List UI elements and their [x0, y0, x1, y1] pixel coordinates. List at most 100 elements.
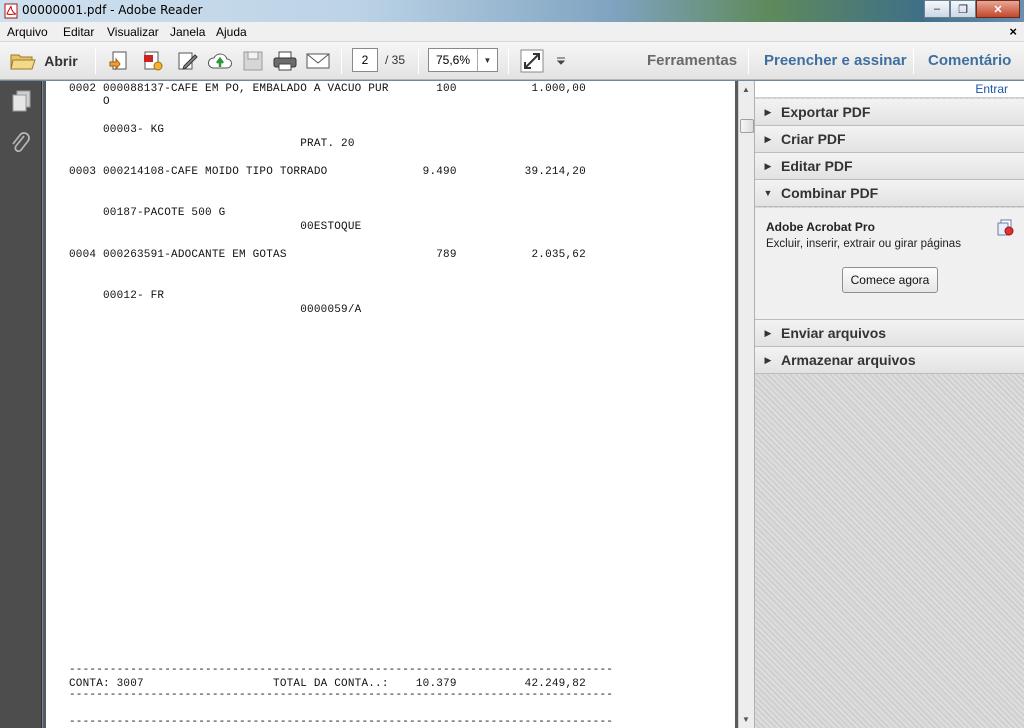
acrobat-pages-icon[interactable] — [996, 218, 1014, 236]
menu-janela[interactable]: Janela — [170, 25, 205, 39]
open-button[interactable]: Abrir — [8, 49, 80, 73]
convert-pdf-button[interactable] — [140, 49, 166, 73]
document-viewer[interactable]: 0002 000088137-CAFE EM PO, EMBALADO A VA… — [43, 81, 738, 728]
section-label: Exportar PDF — [781, 104, 871, 120]
menu-ajuda[interactable]: Ajuda — [216, 25, 247, 39]
doc-line: ----------------------------------------… — [69, 716, 614, 728]
create-pdf-button[interactable] — [106, 49, 132, 73]
page-number-input[interactable]: 2 — [352, 48, 378, 72]
section-label: Editar PDF — [781, 158, 853, 174]
create-pdf-icon — [109, 51, 127, 71]
separator — [418, 48, 419, 74]
doc-line: 00187-PACOTE 500 G — [69, 207, 226, 219]
close-icon: ✕ — [993, 3, 1003, 16]
scroll-down-arrow-icon[interactable]: ▼ — [742, 715, 750, 724]
upload-button[interactable] — [206, 49, 234, 73]
navigation-pane — [0, 81, 42, 728]
doc-line: 00012- FR — [69, 290, 165, 302]
triangle-right-icon: ▶ — [764, 133, 772, 144]
window-title: 00000001.pdf - Adobe Reader — [22, 3, 203, 17]
printer-icon — [273, 51, 297, 71]
separator — [508, 48, 509, 74]
toolbar-options-button[interactable] — [553, 49, 569, 73]
document-scrollbar[interactable]: ▲ ▼ — [738, 81, 754, 728]
doc-line: 0004 000263591-ADOCANTE EM GOTAS 789 2.0… — [69, 249, 586, 261]
doc-line: O — [69, 96, 110, 108]
close-document-button[interactable]: × — [1009, 24, 1017, 39]
triangle-right-icon: ▶ — [764, 354, 772, 365]
separator — [748, 48, 749, 74]
page-total: / 35 — [385, 53, 406, 67]
section-label: Enviar arquivos — [781, 325, 887, 341]
triangle-down-icon: ▼ — [763, 188, 773, 198]
combine-pdf-content: Adobe Acrobat Pro Excluir, inserir, extr… — [755, 208, 1024, 320]
title-bar: 00000001.pdf - Adobe Reader ‒ ❐ ✕ — [0, 0, 1024, 22]
section-label: Combinar PDF — [781, 185, 879, 201]
doc-line: 00ESTOQUE — [69, 221, 362, 233]
folder-icon — [10, 54, 36, 70]
triangle-right-icon: ▶ — [764, 160, 772, 171]
page-thumbnails-icon[interactable] — [9, 89, 33, 113]
scroll-up-arrow-icon[interactable]: ▲ — [742, 85, 750, 94]
section-label: Armazenar arquivos — [781, 352, 916, 368]
menu-visualizar[interactable]: Visualizar — [107, 25, 159, 39]
product-description: Excluir, inserir, extrair ou girar págin… — [766, 238, 961, 250]
zoom-select[interactable]: 75,6% ▼ — [428, 48, 498, 72]
triangle-right-icon: ▶ — [764, 106, 772, 117]
product-title: Adobe Acrobat Pro — [766, 220, 875, 234]
doc-line: 0003 000214108-CAFE MOIDO TIPO TORRADO 9… — [69, 166, 586, 178]
envelope-icon — [306, 53, 330, 69]
menu-arquivo[interactable]: Arquivo — [7, 25, 48, 39]
close-window-button[interactable]: ✕ — [976, 0, 1020, 18]
pdf-file-icon — [4, 3, 18, 19]
pdf-convert-icon — [144, 51, 163, 71]
section-armazenar-arquivos[interactable]: ▶ Armazenar arquivos — [755, 347, 1024, 374]
edit-button[interactable] — [174, 49, 200, 73]
section-exportar-pdf[interactable]: ▶ Exportar PDF — [755, 99, 1024, 126]
triangle-right-icon: ▶ — [764, 327, 772, 338]
scrollbar-thumb[interactable] — [740, 119, 754, 133]
section-label: Criar PDF — [781, 131, 846, 147]
print-button[interactable] — [271, 49, 299, 73]
fullscreen-icon — [520, 49, 544, 73]
separator — [95, 48, 96, 74]
save-button[interactable] — [240, 49, 266, 73]
fill-sign-link[interactable]: Preencher e assinar — [764, 52, 907, 69]
doc-line: PRAT. 20 — [69, 138, 355, 150]
minimize-icon: ‒ — [933, 3, 941, 15]
save-icon — [243, 51, 263, 71]
sign-in-link[interactable]: Entrar — [975, 82, 1008, 96]
pane-header: Entrar — [755, 81, 1024, 98]
doc-line: 00003- KG — [69, 124, 165, 136]
open-label: Abrir — [44, 53, 78, 69]
restore-icon: ❐ — [958, 3, 968, 16]
section-enviar-arquivos[interactable]: ▶ Enviar arquivos — [755, 320, 1024, 347]
maximize-button[interactable]: ❐ — [950, 0, 976, 18]
edit-icon — [178, 52, 198, 70]
comment-link[interactable]: Comentário — [928, 52, 1011, 69]
start-now-button[interactable]: Comece agora — [842, 267, 938, 293]
chevron-down-icon[interactable]: ▼ — [477, 49, 497, 71]
doc-line: ----------------------------------------… — [69, 664, 614, 676]
cloud-upload-icon — [207, 53, 232, 69]
minimize-button[interactable]: ‒ — [924, 0, 950, 18]
window-controls: ‒ ❐ ✕ — [924, 0, 1020, 18]
zoom-value: 75,6% — [435, 53, 471, 67]
email-button[interactable] — [304, 49, 332, 73]
menu-editar[interactable]: Editar — [63, 25, 94, 39]
chevron-down-icon — [556, 57, 566, 65]
separator — [341, 48, 342, 74]
menu-bar: Arquivo Editar Visualizar Janela Ajuda × — [0, 22, 1024, 42]
tools-link[interactable]: Ferramentas — [647, 52, 737, 69]
section-combinar-pdf[interactable]: ▼ Combinar PDF — [755, 180, 1024, 207]
fit-page-button[interactable] — [518, 49, 546, 73]
attachments-icon[interactable] — [9, 131, 33, 155]
section-editar-pdf[interactable]: ▶ Editar PDF — [755, 153, 1024, 180]
separator — [913, 48, 914, 74]
doc-line: 0000059/A — [69, 304, 362, 316]
pdf-page: 0002 000088137-CAFE EM PO, EMBALADO A VA… — [46, 81, 735, 728]
doc-line: 0002 000088137-CAFE EM PO, EMBALADO A VA… — [69, 83, 586, 95]
section-criar-pdf[interactable]: ▶ Criar PDF — [755, 126, 1024, 153]
doc-line: ----------------------------------------… — [69, 689, 614, 701]
tools-pane: Entrar ▶ Exportar PDF ▶ Criar PDF ▶ Edit… — [754, 81, 1024, 728]
